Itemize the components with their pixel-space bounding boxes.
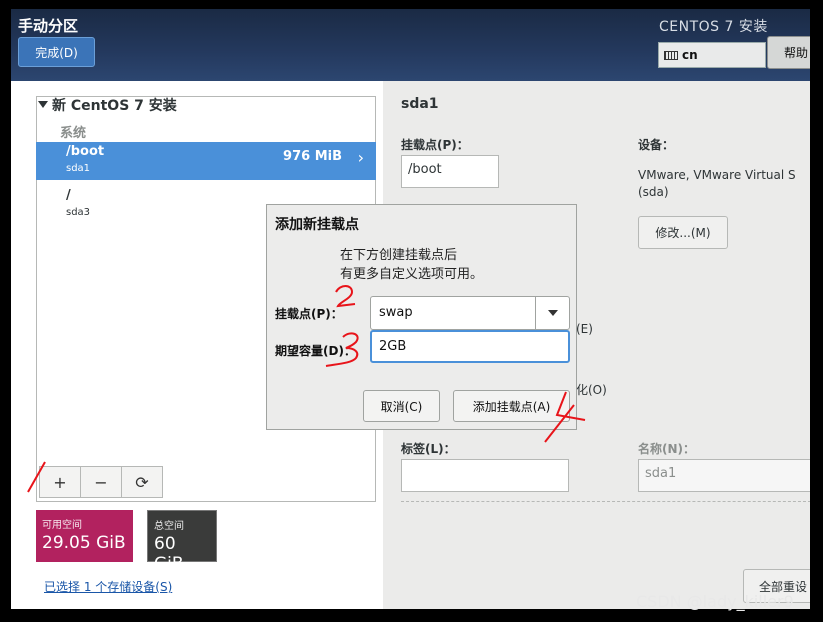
- mount-point-label: 挂载点(P)：: [401, 138, 469, 152]
- installer-window: 手动分区 完成(D) CENTOS 7 安装 cn 帮助 新 CentOS 7 …: [11, 9, 810, 609]
- csdn-watermark: CSDN @lady_killer9: [636, 592, 794, 611]
- selected-storage-link[interactable]: 已选择 1 个存储设备(S): [44, 578, 172, 595]
- done-button[interactable]: 完成(D): [18, 37, 95, 67]
- dialog-capacity-label: 期望容量(D)：: [275, 344, 356, 358]
- available-space-label: 可用空间: [42, 520, 82, 531]
- partition-toolbar: + − ⟳: [39, 466, 163, 498]
- device-value-line2: (sda): [638, 185, 669, 199]
- capacity-value[interactable]: 2GB: [379, 339, 406, 354]
- mount-point-value[interactable]: swap: [379, 305, 413, 320]
- mount-point-combo[interactable]: swap: [370, 296, 570, 330]
- dialog-mount-label: 挂载点(P)：: [275, 307, 343, 321]
- capacity-input[interactable]: 2GB: [370, 330, 570, 363]
- keyboard-icon: [664, 50, 678, 60]
- cancel-button[interactable]: 取消(C): [363, 390, 440, 422]
- modify-button[interactable]: 修改...(M): [638, 216, 728, 249]
- total-space-label: 总空间: [154, 521, 184, 532]
- details-divider: [401, 501, 810, 502]
- device-value-line1: VMware, VMware Virtual S: [638, 168, 796, 182]
- total-space-value: 60 GiB: [154, 534, 184, 574]
- expand-triangle-icon[interactable]: [38, 101, 48, 108]
- dropdown-button[interactable]: [535, 297, 569, 329]
- partition-row-boot[interactable]: /boot sda1 976 MiB ›: [36, 142, 376, 180]
- name-field[interactable]: sda1: [638, 459, 810, 492]
- partition-device: sda1: [66, 163, 91, 174]
- dialog-title: 添加新挂载点: [275, 217, 359, 233]
- chevron-down-icon: [547, 310, 558, 316]
- name-label: 名称(N)：: [638, 442, 696, 456]
- mount-point-field[interactable]: /boot: [401, 155, 499, 188]
- tag-field[interactable]: [401, 459, 569, 492]
- keyboard-layout-label: cn: [682, 48, 698, 62]
- os-title: CENTOS 7 安装: [659, 19, 768, 35]
- dialog-message: 在下方创建挂载点后 有更多自定义选项可用。: [340, 246, 483, 284]
- available-space-box: 可用空间 29.05 GiB: [36, 510, 133, 562]
- keyboard-layout-indicator[interactable]: cn: [658, 42, 766, 68]
- available-space-value: 29.05 GiB: [42, 533, 126, 553]
- chevron-right-icon: ›: [357, 148, 364, 167]
- total-space-box: 总空间 60 GiB: [147, 510, 217, 574]
- add-mount-point-button[interactable]: +: [39, 466, 81, 498]
- installation-label: 新 CentOS 7 安装: [52, 98, 177, 114]
- remove-mount-point-button[interactable]: −: [80, 466, 122, 498]
- refresh-button[interactable]: ⟳: [121, 466, 163, 498]
- device-label: 设备：: [638, 138, 675, 152]
- dialog-message-line2: 有更多自定义选项可用。: [340, 267, 484, 282]
- partition-mount: /: [66, 188, 71, 203]
- details-title: sda1: [401, 96, 439, 112]
- header-bar: 手动分区 完成(D) CENTOS 7 安装 cn 帮助: [11, 9, 810, 81]
- system-group-label: 系统: [60, 126, 87, 141]
- page-title: 手动分区: [18, 17, 79, 35]
- installation-node[interactable]: 新 CentOS 7 安装: [38, 95, 177, 115]
- help-button[interactable]: 帮助: [767, 36, 810, 69]
- add-mount-point-confirm-button[interactable]: 添加挂载点(A): [453, 390, 570, 422]
- tag-label: 标签(L)：: [401, 442, 456, 456]
- dialog-message-line1: 在下方创建挂载点后: [340, 248, 458, 263]
- add-mount-point-dialog: 添加新挂载点 在下方创建挂载点后 有更多自定义选项可用。 挂载点(P)： swa…: [266, 204, 577, 430]
- partition-mount: /boot: [66, 144, 105, 159]
- partition-device: sda3: [66, 207, 91, 218]
- partition-size: 976 MiB: [283, 149, 342, 164]
